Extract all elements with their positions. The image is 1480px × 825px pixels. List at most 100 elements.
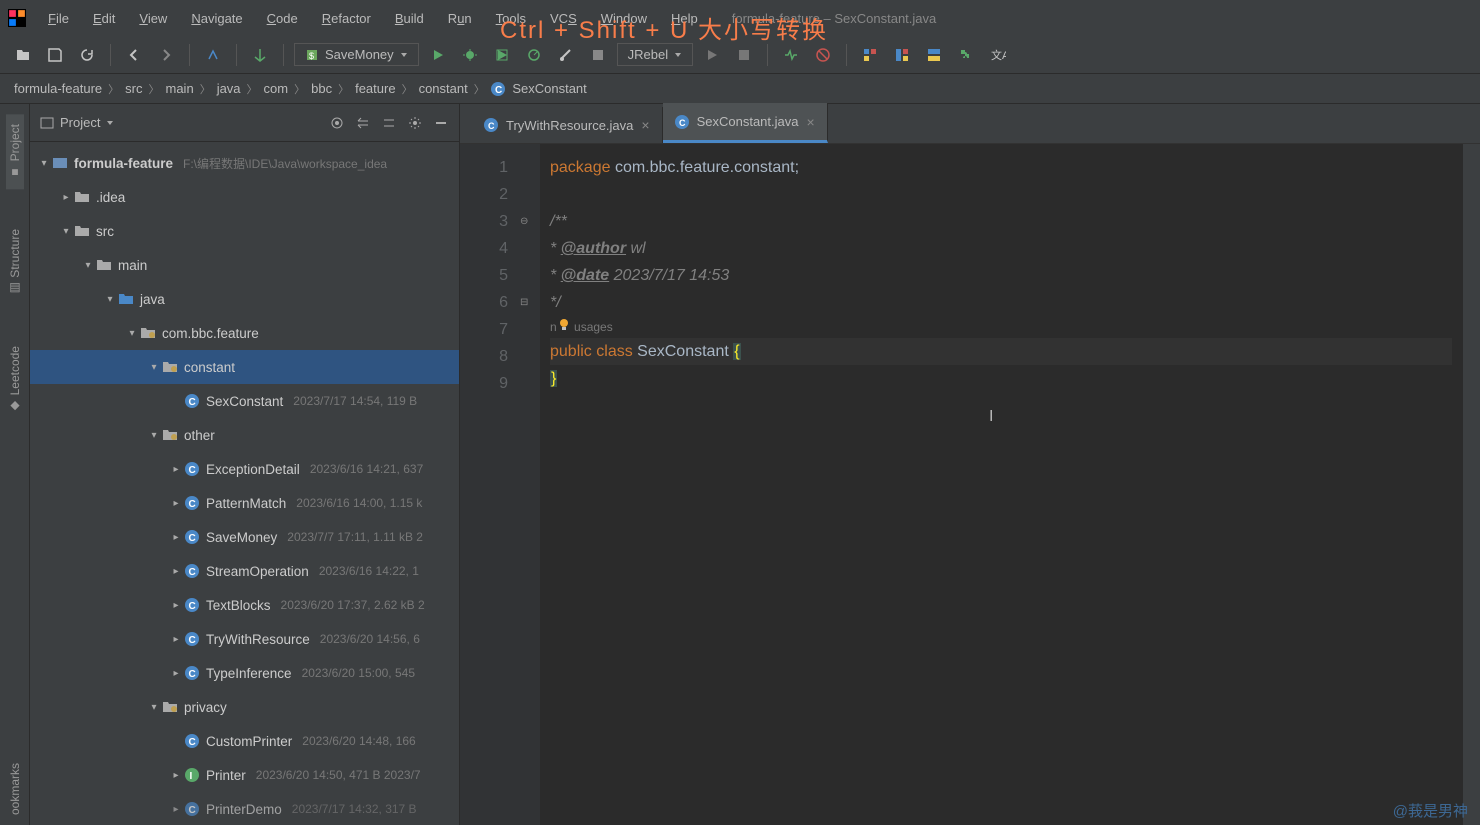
tree-item[interactable]: ▸CExceptionDetail2023/6/16 14:21, 637	[30, 452, 459, 486]
coverage-icon[interactable]	[489, 42, 515, 68]
tree-item[interactable]: ▸CTypeInference2023/6/20 15:00, 545	[30, 656, 459, 690]
puzzle-icon[interactable]	[953, 42, 979, 68]
crumb-src[interactable]: src	[121, 81, 146, 96]
menu-view[interactable]: View	[129, 7, 177, 30]
attach-icon[interactable]	[553, 42, 579, 68]
text-cursor-icon: I	[989, 408, 990, 426]
hide-panel-icon[interactable]	[433, 115, 449, 131]
refresh-icon[interactable]	[74, 42, 100, 68]
code-editor[interactable]: 123 456 78 9 ⊖ ⊟ package com.bbc.feature…	[460, 144, 1480, 825]
menu-build[interactable]: Build	[385, 7, 434, 30]
tab-sexconstant[interactable]: C SexConstant.java ×	[663, 103, 828, 143]
project-tree[interactable]: ▾ formula-feature F:\编程数据\IDE\Java\works…	[30, 142, 459, 825]
menu-tools[interactable]: Tools	[486, 7, 536, 30]
tree-java[interactable]: ▾ java	[30, 282, 459, 316]
forward-icon[interactable]	[153, 42, 179, 68]
tree-package[interactable]: ▾ com.bbc.feature	[30, 316, 459, 350]
menu-file[interactable]: File	[38, 7, 79, 30]
tree-root[interactable]: ▾ formula-feature F:\编程数据\IDE\Java\works…	[30, 146, 459, 180]
svg-text:$: $	[309, 51, 314, 61]
close-tab-icon[interactable]: ×	[641, 117, 649, 133]
profile-icon[interactable]	[521, 42, 547, 68]
tree-item[interactable]: ▸CStreamOperation2023/6/16 14:22, 1	[30, 554, 459, 588]
project-panel-header: Project	[30, 104, 459, 142]
svg-text:C: C	[495, 85, 502, 96]
tab-trywithresource[interactable]: C TryWithResource.java ×	[472, 107, 663, 143]
save-all-icon[interactable]	[42, 42, 68, 68]
tree-privacy[interactable]: ▾ privacy	[30, 690, 459, 724]
crumb-com[interactable]: com	[260, 81, 293, 96]
editor-area: C TryWithResource.java × C SexConstant.j…	[460, 104, 1480, 825]
expand-all-icon[interactable]	[355, 115, 371, 131]
translate-icon[interactable]: 文A	[985, 42, 1011, 68]
back-icon[interactable]	[121, 42, 147, 68]
menu-help[interactable]: Help	[661, 7, 708, 30]
tree-sexconstant[interactable]: C SexConstant 2023/7/17 14:54, 119 B	[30, 384, 459, 418]
side-tab-project[interactable]: ■Project	[6, 114, 24, 189]
tree-item[interactable]: ▸CPatternMatch2023/6/16 14:00, 1.15 k	[30, 486, 459, 520]
vcs-update-icon[interactable]	[200, 42, 226, 68]
run-icon[interactable]	[425, 42, 451, 68]
svg-text:C: C	[189, 601, 196, 612]
tree-item[interactable]: ▸CTryWithResource2023/6/20 14:56, 6	[30, 622, 459, 656]
menu-edit[interactable]: Edit	[83, 7, 125, 30]
side-tab-structure[interactable]: ▤Structure	[6, 219, 24, 306]
close-tab-icon[interactable]: ×	[806, 114, 814, 130]
block-icon[interactable]	[810, 42, 836, 68]
left-tool-strip: ■Project ▤Structure ◆Leetcode	[0, 104, 30, 825]
svg-text:C: C	[189, 465, 196, 476]
tree-idea[interactable]: ▸ .idea	[30, 180, 459, 214]
tree-item[interactable]: ▸CTextBlocks2023/6/20 17:37, 2.62 kB 2	[30, 588, 459, 622]
tree-printerdemo[interactable]: ▸CPrinterDemo2023/7/17 14:32, 317 B	[30, 792, 459, 825]
select-opened-icon[interactable]	[329, 115, 345, 131]
svg-text:C: C	[189, 499, 196, 510]
crumb-bbc[interactable]: bbc	[307, 81, 336, 96]
side-tab-bookmarks[interactable]: ookmarks	[6, 753, 24, 825]
project-view-selector[interactable]: Project	[40, 115, 114, 130]
crumb-feature[interactable]: feature	[351, 81, 399, 96]
jrebel-stop-icon[interactable]	[731, 42, 757, 68]
debug-icon[interactable]	[457, 42, 483, 68]
svg-text:C: C	[189, 635, 196, 646]
project-panel: Project ▾ formula-feature F:\编程数据\IDE\Ja…	[30, 104, 460, 825]
menu-vcs[interactable]: VCS	[540, 7, 587, 30]
window-title: formula-feature – SexConstant.java	[732, 11, 937, 26]
side-tab-leetcode[interactable]: ◆Leetcode	[6, 336, 24, 423]
menu-refactor[interactable]: Refactor	[312, 7, 381, 30]
settings-icon[interactable]	[407, 115, 423, 131]
menu-run[interactable]: Run	[438, 7, 482, 30]
crumb-project[interactable]: formula-feature	[10, 81, 106, 96]
code-content[interactable]: package com.bbc.feature.constant; /** * …	[540, 144, 1462, 825]
pulse-icon[interactable]	[778, 42, 804, 68]
tree-main[interactable]: ▾ main	[30, 248, 459, 282]
jrebel-dropdown[interactable]: JRebel	[617, 43, 693, 66]
fold-gutter[interactable]: ⊖ ⊟	[520, 144, 540, 825]
editor-right-gutter[interactable]	[1462, 144, 1480, 825]
jrebel-run-icon[interactable]	[699, 42, 725, 68]
tree-other[interactable]: ▾ other	[30, 418, 459, 452]
menu-window[interactable]: Window	[591, 7, 657, 30]
tree-item[interactable]: ▸CSaveMoney2023/7/7 17:11, 1.11 kB 2	[30, 520, 459, 554]
crumb-class[interactable]: C SexConstant	[487, 81, 591, 97]
tree-printer[interactable]: ▸IPrinter2023/6/20 14:50, 471 B 2023/7	[30, 758, 459, 792]
svg-text:C: C	[679, 118, 686, 128]
vcs-commit-icon[interactable]	[247, 42, 273, 68]
crumb-java[interactable]: java	[213, 81, 245, 96]
grid1-icon[interactable]	[857, 42, 883, 68]
main-toolbar: $ SaveMoney JRebel 文A	[0, 36, 1480, 74]
menu-navigate[interactable]: Navigate	[181, 7, 252, 30]
open-file-icon[interactable]	[10, 42, 36, 68]
grid2-icon[interactable]	[889, 42, 915, 68]
collapse-all-icon[interactable]	[381, 115, 397, 131]
tree-customprinter[interactable]: CCustomPrinter2023/6/20 14:48, 166	[30, 724, 459, 758]
tree-src[interactable]: ▾ src	[30, 214, 459, 248]
crumb-constant[interactable]: constant	[415, 81, 472, 96]
editor-tabs: C TryWithResource.java × C SexConstant.j…	[460, 104, 1480, 144]
stop-icon[interactable]	[585, 42, 611, 68]
run-config-selector[interactable]: $ SaveMoney	[294, 43, 419, 66]
lightbulb-icon[interactable]	[557, 317, 571, 331]
tree-constant[interactable]: ▾ constant	[30, 350, 459, 384]
menu-code[interactable]: Code	[257, 7, 308, 30]
grid3-icon[interactable]	[921, 42, 947, 68]
crumb-main[interactable]: main	[162, 81, 198, 96]
